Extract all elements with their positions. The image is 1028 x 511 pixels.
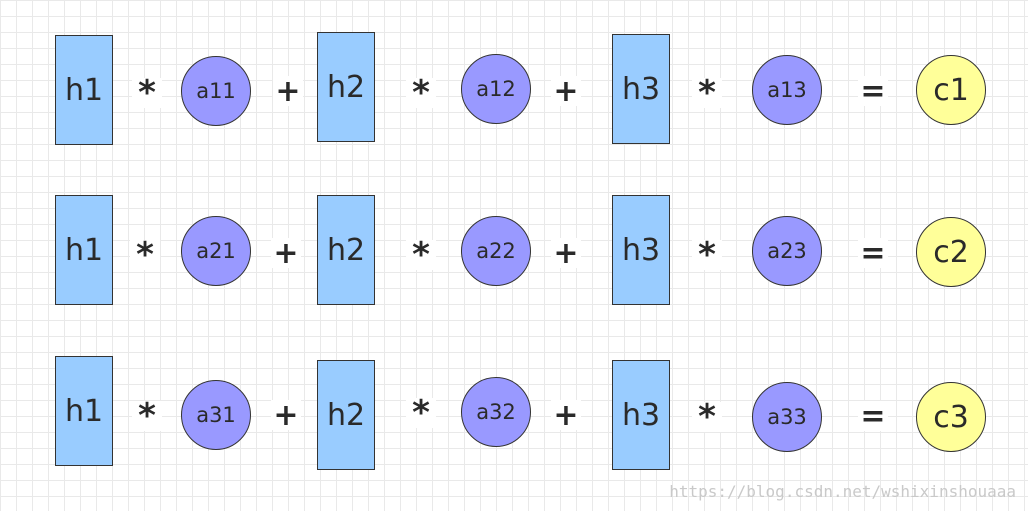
- a-circle: a21: [181, 216, 251, 286]
- a-circle: a22: [461, 216, 531, 286]
- equals-operator: =: [858, 74, 888, 109]
- plus-operator: +: [551, 74, 581, 109]
- h-box: h2: [317, 32, 375, 142]
- multiply-operator: *: [692, 235, 722, 275]
- c-result-circle: c2: [916, 217, 986, 287]
- multiply-operator: *: [406, 73, 436, 113]
- a-circle: a11: [181, 56, 251, 126]
- equals-operator: =: [858, 236, 888, 271]
- plus-operator: +: [271, 398, 301, 433]
- h-box: h3: [612, 34, 670, 144]
- plus-operator: +: [551, 236, 581, 271]
- h-box: h1: [55, 356, 113, 466]
- a-circle: a13: [752, 55, 822, 125]
- a-circle: a23: [752, 216, 822, 286]
- h-box: h3: [612, 195, 670, 305]
- plus-operator: +: [551, 398, 581, 433]
- c-result-circle: c1: [916, 55, 986, 125]
- a-circle: a33: [752, 382, 822, 452]
- watermark-text: https://blog.csdn.net/wshixinshouaaa: [669, 482, 1016, 501]
- multiply-operator: *: [692, 397, 722, 437]
- multiply-operator: *: [132, 396, 162, 436]
- a-circle: a32: [461, 377, 531, 447]
- multiply-operator: *: [692, 73, 722, 113]
- equals-operator: =: [858, 399, 888, 434]
- h-box: h1: [55, 35, 113, 145]
- plus-operator: +: [271, 236, 301, 271]
- h-box: h2: [317, 195, 375, 305]
- equation-diagram: h1 * a11 + h2 * a12 + h3 * a13 = c1 h1 *…: [0, 0, 1028, 511]
- plus-operator: +: [273, 74, 303, 109]
- h-box: h2: [317, 360, 375, 470]
- multiply-operator: *: [406, 393, 436, 433]
- multiply-operator: *: [130, 235, 160, 275]
- c-result-circle: c3: [916, 382, 986, 452]
- multiply-operator: *: [406, 235, 436, 275]
- a-circle: a12: [461, 54, 531, 124]
- multiply-operator: *: [132, 73, 162, 113]
- h-box: h1: [55, 195, 113, 305]
- a-circle: a31: [181, 380, 251, 450]
- h-box: h3: [612, 360, 670, 470]
